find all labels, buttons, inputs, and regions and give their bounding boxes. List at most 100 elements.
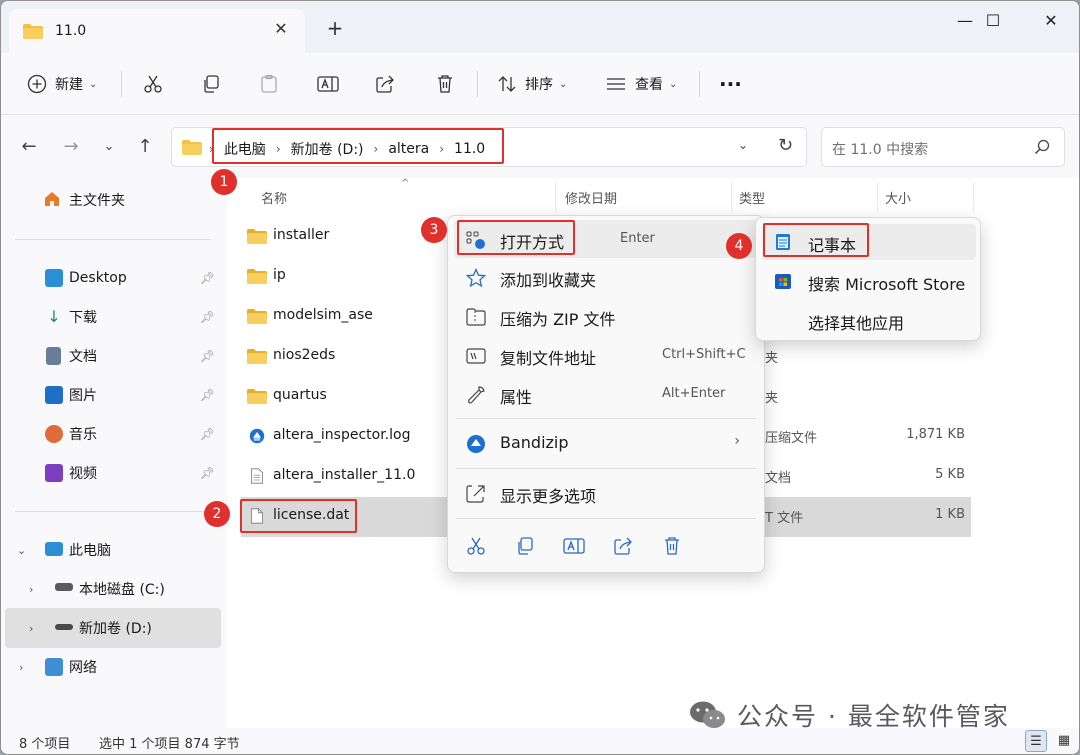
sidebar-item-music[interactable]: 音乐 📌︎: [5, 414, 221, 454]
file-name: quartus: [273, 387, 327, 403]
sidebar-item-desktop[interactable]: Desktop 📌︎: [5, 258, 221, 298]
tiles-view-icon[interactable]: ▦: [1053, 730, 1075, 752]
pin-icon[interactable]: 📌︎: [200, 349, 215, 363]
menu-item-add-favorite[interactable]: 添加到收藏夹: [454, 258, 758, 296]
pin-icon[interactable]: 📌︎: [200, 388, 215, 402]
pin-icon[interactable]: 📌︎: [200, 271, 215, 285]
drive-icon: [55, 583, 73, 591]
open-with-icon: [466, 231, 485, 249]
forward-arrow-icon[interactable]: →: [59, 135, 83, 159]
copy-button[interactable]: [201, 67, 221, 101]
trash-icon[interactable]: [658, 532, 686, 560]
sidebar-item-pictures[interactable]: 图片 📌︎: [5, 375, 221, 415]
share-button[interactable]: [375, 67, 395, 101]
breadcrumb-item[interactable]: 此电脑: [224, 139, 266, 159]
sort-button[interactable]: 排序 ⌄: [497, 67, 567, 101]
sidebar-item-label: 新加卷 (D:): [79, 621, 152, 637]
delete-button[interactable]: [435, 67, 455, 101]
shortcut-label: Alt+Enter: [662, 386, 726, 401]
breadcrumb-item[interactable]: 新加卷 (D:): [291, 139, 364, 159]
menu-item-open-with[interactable]: 打开方式 Enter: [454, 220, 758, 258]
chevron-right-icon[interactable]: ›: [29, 622, 33, 635]
selection-info: 选中 1 个项目 874 字节: [99, 737, 240, 752]
divider: [477, 71, 478, 97]
submenu-item-store[interactable]: 搜索 Microsoft Store: [762, 263, 976, 299]
sidebar-item-documents[interactable]: 文档 📌︎: [5, 336, 221, 376]
chevron-right-icon[interactable]: ›: [29, 583, 33, 596]
submenu-item-notepad[interactable]: 记事本: [762, 224, 976, 260]
sidebar-item-label: 图片: [69, 388, 97, 404]
menu-divider: [456, 418, 756, 419]
cut-button[interactable]: [143, 67, 163, 101]
tab-title: 11.0: [55, 23, 87, 39]
menu-item-compress-zip[interactable]: 压缩为 ZIP 文件: [454, 297, 758, 335]
paste-button[interactable]: [259, 67, 279, 101]
music-icon: [45, 425, 63, 443]
menu-item-copy-path[interactable]: 复制文件地址 Ctrl+Shift+C: [454, 336, 758, 374]
documents-icon: [46, 347, 61, 365]
file-type: T 文件: [765, 511, 804, 526]
cut-icon[interactable]: [462, 532, 490, 560]
sidebar-item-label: 文档: [69, 349, 97, 365]
column-header-modified[interactable]: 修改日期: [565, 188, 617, 207]
menu-item-more-options[interactable]: 显示更多选项: [454, 474, 758, 512]
rename-button[interactable]: [317, 67, 339, 101]
menu-item-properties[interactable]: 属性 Alt+Enter: [454, 375, 758, 413]
new-tab-button[interactable]: +: [323, 17, 347, 41]
pin-icon[interactable]: 📌︎: [200, 310, 215, 324]
sidebar-item-home[interactable]: 主文件夹: [5, 180, 221, 220]
submenu-item-other-app[interactable]: 选择其他应用: [762, 302, 976, 338]
pin-icon[interactable]: 📌︎: [200, 427, 215, 441]
back-arrow-icon[interactable]: ←: [17, 135, 41, 159]
file-type: 夹: [765, 351, 779, 366]
tab-close-icon[interactable]: ✕: [271, 19, 291, 39]
sidebar-item-network[interactable]: › 网络: [5, 647, 221, 687]
breadcrumb-item[interactable]: 11.0: [454, 141, 485, 157]
tab-current[interactable]: 11.0 ✕: [9, 9, 305, 53]
command-bar: 新建 ⌄ 排序 ⌄ 查看 ⌄ ···: [1, 53, 1079, 115]
more-button[interactable]: ···: [719, 67, 742, 101]
maximize-button[interactable]: ☐: [973, 7, 1013, 35]
column-header-type[interactable]: 类型: [739, 188, 765, 207]
column-divider[interactable]: [555, 182, 556, 212]
submenu-item-label: 记事本: [808, 236, 857, 255]
sidebar-item-this-pc[interactable]: ⌄ 此电脑: [5, 530, 221, 570]
file-size: 5 KB: [935, 467, 965, 482]
rename-icon[interactable]: [560, 532, 588, 560]
trash-icon: [438, 75, 452, 93]
up-arrow-icon[interactable]: ↑: [133, 135, 157, 159]
share-icon[interactable]: [609, 532, 637, 560]
sidebar-item-videos[interactable]: 视频 📌︎: [5, 453, 221, 493]
pin-icon[interactable]: 📌︎: [200, 466, 215, 480]
search-input[interactable]: 在 11.0 中搜索: [821, 127, 1065, 167]
refresh-icon[interactable]: ↻: [778, 135, 793, 156]
copy-icon[interactable]: [511, 532, 539, 560]
sidebar-item-drive-c[interactable]: › 本地磁盘 (C:): [5, 569, 221, 609]
menu-item-bandizip[interactable]: Bandizip ›: [454, 424, 758, 462]
sidebar-item-drive-d[interactable]: › 新加卷 (D:): [5, 608, 221, 648]
recent-chevron-icon[interactable]: ⌄: [97, 135, 121, 159]
file-type: 夹: [765, 391, 779, 406]
chevron-down-icon[interactable]: ⌄: [17, 544, 26, 557]
column-divider[interactable]: [973, 182, 974, 212]
address-bar[interactable]: › 此电脑 › 新加卷 (D:) › altera › 11.0 ⌄ ↻: [171, 127, 807, 167]
column-divider[interactable]: [731, 182, 732, 212]
file-name: license.dat: [273, 507, 350, 523]
text-file-icon: [251, 468, 263, 484]
details-view-icon[interactable]: ☰: [1025, 730, 1047, 752]
address-dropdown-icon[interactable]: ⌄: [738, 138, 748, 152]
new-button[interactable]: 新建 ⌄: [27, 67, 97, 101]
copy-icon: [204, 75, 219, 93]
view-button[interactable]: 查看 ⌄: [605, 67, 677, 101]
column-header-size[interactable]: 大小: [885, 188, 911, 207]
close-button[interactable]: ✕: [1031, 7, 1071, 35]
network-icon: [45, 658, 63, 676]
sidebar-item-downloads[interactable]: ↓ 下载 📌︎: [5, 297, 221, 337]
chevron-right-icon[interactable]: ›: [19, 661, 23, 674]
breadcrumb-item[interactable]: altera: [388, 141, 429, 157]
column-header-name[interactable]: 名称: [261, 188, 287, 207]
folder-icon: [247, 309, 267, 324]
sidebar-item-label: Desktop: [69, 270, 127, 286]
column-divider[interactable]: [877, 182, 878, 212]
zip-file-icon: [249, 428, 265, 444]
